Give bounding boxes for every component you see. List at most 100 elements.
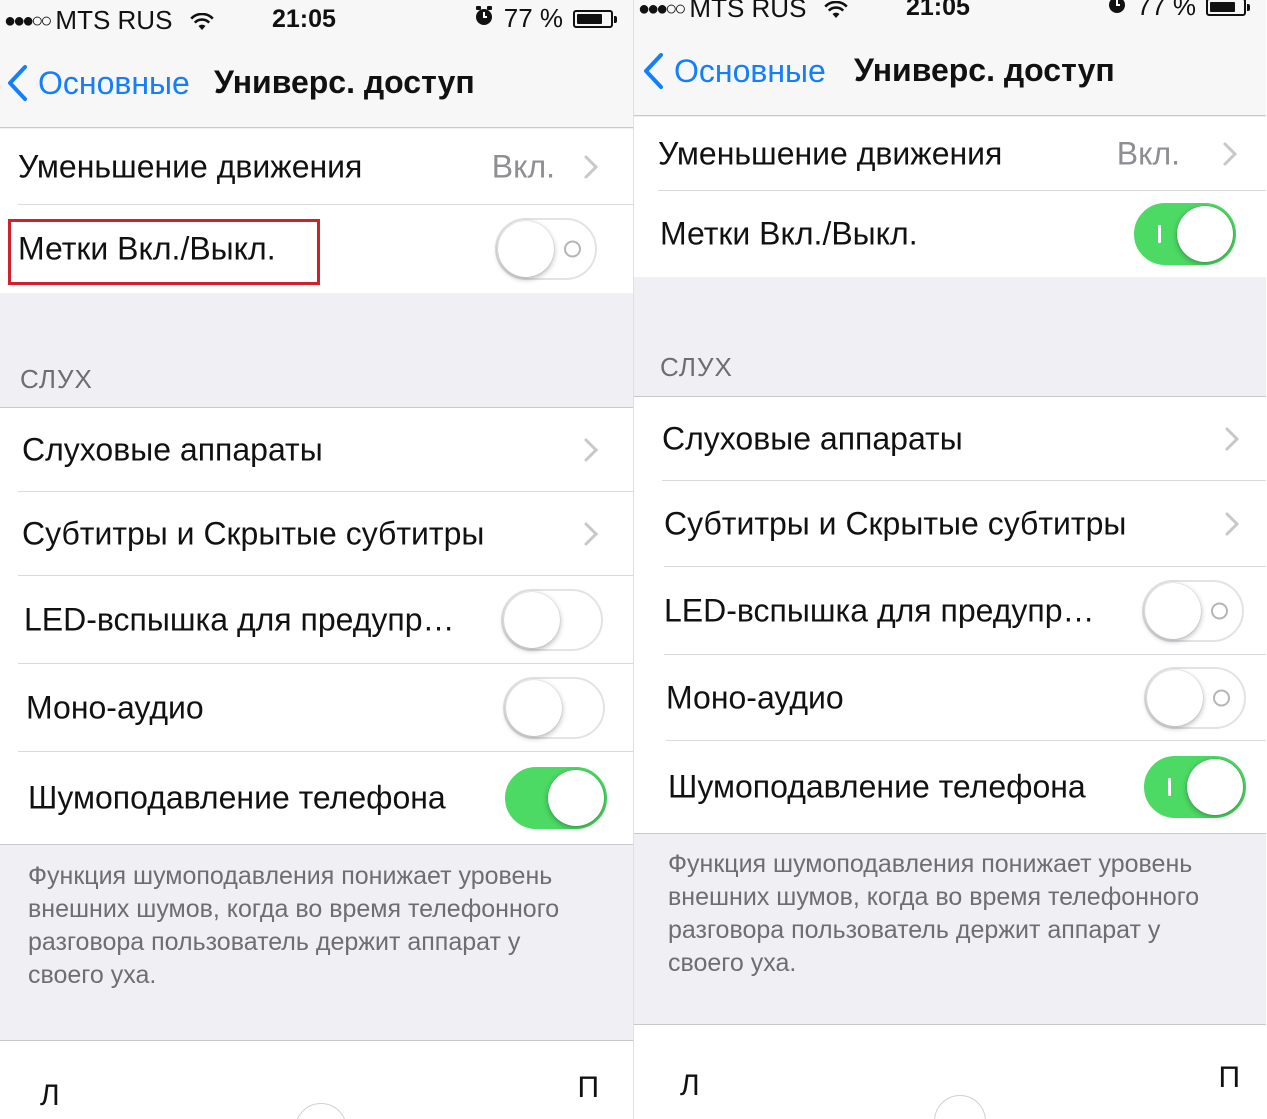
carrier: ●●●○○ MTS RUS — [4, 5, 214, 38]
page-title: Универс. доступ — [854, 52, 1115, 88]
chevron-right-icon — [584, 155, 599, 179]
carrier-name: MTS RUS — [55, 5, 173, 35]
status-bar: ●●●○○ MTS RUS 21:05 77 % — [0, 0, 633, 40]
balance-slider-knob[interactable] — [934, 1095, 986, 1119]
navigation-bar: Основные Универс. доступ — [0, 40, 633, 128]
noise-cancel-switch[interactable] — [505, 767, 607, 829]
noise-cancel-label: Шумоподавление телефона — [668, 768, 1086, 805]
switch-off-mark-icon — [1213, 689, 1230, 707]
mono-audio-label: Моно-аудио — [26, 689, 204, 726]
battery-percent: 77 % — [503, 3, 563, 33]
onoff-labels-switch[interactable] — [495, 218, 597, 280]
mono-audio-label: Моно-аудио — [666, 679, 844, 716]
reduce-motion-value: Вкл. — [1116, 135, 1180, 172]
phone-screen-left: ●●●○○ MTS RUS 21:05 77 % Основные Универс… — [0, 0, 633, 1119]
mono-audio-switch[interactable] — [1144, 667, 1246, 729]
subtitles-label: Субтитры и Скрытые субтитры — [664, 505, 1127, 542]
switch-knob[interactable] — [1145, 583, 1201, 639]
back-label: Основные — [38, 64, 190, 101]
back-label: Основные — [674, 52, 826, 89]
carrier: ●●●○○ MTS RUS — [638, 0, 848, 26]
battery-percent: 77 % — [1136, 0, 1196, 21]
navigation-bar: Основные Универс. доступ — [634, 28, 1266, 116]
noise-cancel-footer: Функция шумоподавления понижает уровень … — [28, 862, 560, 989]
switch-knob[interactable] — [1147, 670, 1203, 726]
switch-knob[interactable] — [498, 221, 554, 277]
chevron-right-icon — [584, 522, 599, 546]
noise-cancel-footer: Функция шумоподавления понижает уровень … — [668, 850, 1200, 977]
bottom-right-label: П — [577, 1071, 599, 1104]
status-right: 77 % — [474, 3, 617, 34]
status-time: 21:05 — [906, 0, 970, 21]
switch-knob[interactable] — [1187, 759, 1243, 815]
onoff-labels-row: Метки Вкл./Выкл. — [634, 191, 1266, 277]
chevron-right-icon — [1225, 427, 1240, 451]
status-time: 21:05 — [272, 5, 336, 33]
noise-cancel-label: Шумоподавление телефона — [28, 779, 446, 816]
battery-icon — [573, 9, 617, 28]
noise-cancel-row: Шумоподавление телефона — [634, 741, 1266, 833]
bottom-right-label: П — [1218, 1061, 1240, 1094]
onoff-labels-row: Метки Вкл./Выкл. — [0, 205, 633, 293]
bottom-panel: Л П — [634, 1024, 1266, 1119]
balance-slider-knob[interactable] — [295, 1103, 347, 1119]
hearing-section-header: СЛУХ — [660, 352, 733, 382]
onoff-labels-switch[interactable] — [1134, 203, 1236, 265]
hearing-aids-row[interactable]: Слуховые аппараты — [634, 397, 1266, 481]
hearing-section-header: СЛУХ — [20, 364, 93, 394]
reduce-motion-row[interactable]: Уменьшение движения Вкл. — [634, 117, 1266, 191]
chevron-left-icon — [8, 65, 27, 101]
hearing-aids-row[interactable]: Слуховые аппараты — [0, 408, 633, 492]
onoff-labels-label: Метки Вкл./Выкл. — [18, 230, 276, 267]
led-flash-switch[interactable] — [1142, 580, 1244, 642]
mono-audio-row: Моно-аудио — [634, 655, 1266, 741]
subtitles-row[interactable]: Субтитры и Скрытые субтитры — [0, 492, 633, 576]
page-title: Универс. доступ — [214, 64, 475, 100]
led-flash-label: LED-вспышка для предупр… — [24, 601, 455, 638]
switch-off-mark-icon — [1211, 602, 1228, 620]
switch-on-mark-icon — [1168, 778, 1171, 796]
subtitles-label: Субтитры и Скрытые субтитры — [22, 515, 485, 552]
status-bar: ●●●○○ MTS RUS 21:05 77 % — [634, 0, 1266, 28]
subtitles-row[interactable]: Субтитры и Скрытые субтитры — [634, 481, 1266, 567]
wifi-icon — [823, 0, 848, 26]
signal-dots-icon: ●●●○○ — [638, 0, 686, 20]
switch-knob[interactable] — [504, 592, 560, 648]
alarm-icon — [1107, 0, 1127, 22]
signal-dots-icon: ●●●○○ — [4, 10, 52, 32]
reduce-motion-label: Уменьшение движения — [18, 148, 363, 185]
switch-knob[interactable] — [548, 770, 604, 826]
mono-audio-switch[interactable] — [503, 677, 605, 739]
reduce-motion-label: Уменьшение движения — [658, 135, 1003, 172]
reduce-motion-value: Вкл. — [491, 148, 555, 185]
led-flash-row: LED-вспышка для предупр… — [634, 567, 1266, 655]
switch-knob[interactable] — [506, 680, 562, 736]
led-flash-switch[interactable] — [501, 589, 603, 651]
chevron-left-icon — [644, 53, 663, 89]
hearing-aids-label: Слуховые аппараты — [662, 420, 963, 457]
reduce-motion-row[interactable]: Уменьшение движения Вкл. — [0, 129, 633, 205]
status-right: 77 % — [1107, 0, 1250, 22]
phone-screen-right: ●●●○○ MTS RUS 21:05 77 % Основные Универс… — [633, 0, 1266, 1119]
led-flash-label: LED-вспышка для предупр… — [664, 592, 1095, 629]
hearing-aids-label: Слуховые аппараты — [22, 431, 323, 468]
carrier-name: MTS RUS — [689, 0, 807, 23]
back-button[interactable]: Основные — [6, 64, 190, 102]
led-flash-row: LED-вспышка для предупр… — [0, 576, 633, 664]
bottom-left-label: Л — [680, 1069, 700, 1102]
back-button[interactable]: Основные — [642, 52, 826, 90]
bottom-left-label: Л — [40, 1079, 60, 1112]
switch-on-mark-icon — [1158, 225, 1161, 243]
chevron-right-icon — [1225, 512, 1240, 536]
battery-icon — [1206, 0, 1250, 16]
mono-audio-row: Моно-аудио — [0, 664, 633, 752]
alarm-icon — [474, 3, 494, 34]
switch-off-mark-icon — [564, 240, 581, 258]
switch-knob[interactable] — [1177, 206, 1233, 262]
chevron-right-icon — [584, 438, 599, 462]
bottom-panel: Л П — [0, 1040, 633, 1119]
onoff-labels-label: Метки Вкл./Выкл. — [660, 215, 918, 252]
wifi-icon — [189, 7, 214, 38]
chevron-right-icon — [1223, 142, 1238, 166]
noise-cancel-switch[interactable] — [1144, 756, 1246, 818]
